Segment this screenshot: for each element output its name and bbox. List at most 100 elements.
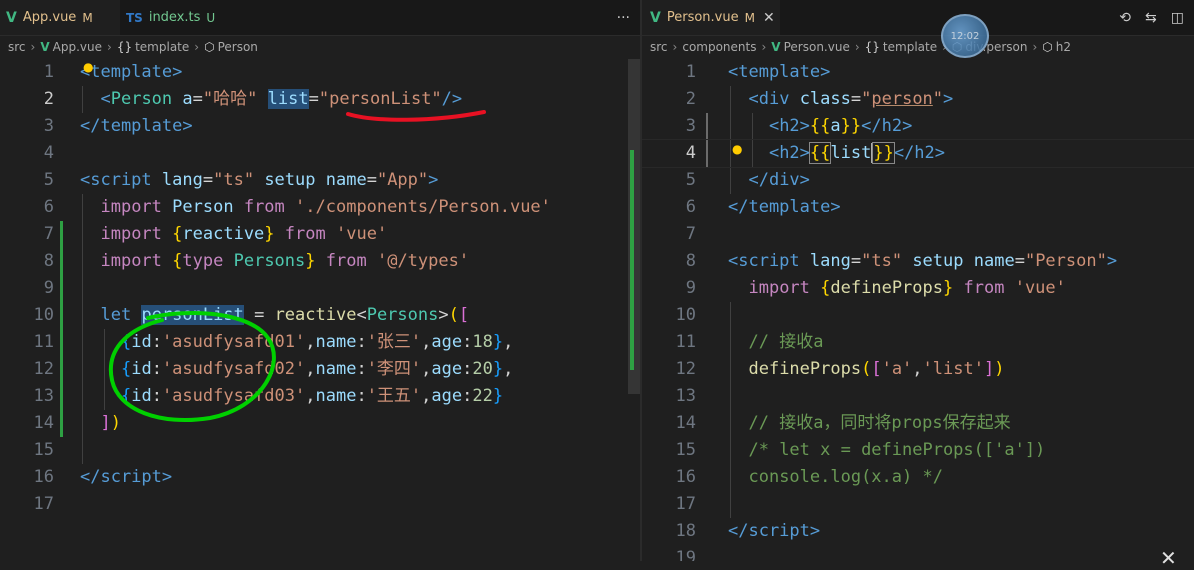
line-number: 10	[675, 305, 696, 325]
line-number: 3	[685, 116, 696, 136]
tab-label: Person.vue	[666, 10, 739, 25]
timeline-icon[interactable]: ⟲	[1119, 10, 1131, 26]
tab-label: App.vue	[22, 10, 77, 25]
breadcrumb: src › components › V Person.vue › {} tem…	[642, 36, 1194, 58]
chevron-right-icon: ›	[194, 40, 200, 54]
braces-icon: {}	[116, 40, 133, 54]
code-line: import Person from './components/Person.…	[100, 197, 551, 217]
line-number: 14	[33, 413, 54, 433]
more-actions-icon[interactable]: ···	[617, 10, 630, 26]
breadcrumb-item[interactable]: template	[135, 40, 189, 54]
breadcrumb-item[interactable]: src	[8, 40, 26, 54]
breadcrumb-item[interactable]: App.vue	[53, 40, 102, 54]
webcam-overlay-avatar: 12:02	[941, 14, 989, 58]
tab-person-vue[interactable]: V Person.vue M ✕	[642, 0, 780, 35]
line-number: 18	[675, 521, 696, 541]
breadcrumb-item[interactable]: components	[682, 40, 756, 54]
chevron-right-icon: ›	[107, 40, 112, 54]
code-line: <template>	[80, 62, 183, 82]
line-number: 16	[675, 467, 696, 487]
line-number: 11	[33, 332, 54, 352]
vue-file-icon: V	[650, 9, 661, 26]
line-number: 6	[43, 197, 54, 217]
lightbulb-icon[interactable]: ●	[83, 60, 93, 74]
code-line: import {type Persons} from '@/types'	[100, 251, 470, 271]
line-number: 15	[33, 440, 54, 460]
line-number: 9	[43, 278, 54, 298]
breadcrumb-item[interactable]: Person	[218, 40, 258, 54]
code-line: import {defineProps} from 'vue'	[748, 278, 1066, 298]
tab-app-vue[interactable]: V App.vue M	[0, 0, 120, 35]
line-number: 8	[685, 251, 696, 271]
chevron-right-icon: ›	[1032, 40, 1038, 54]
line-number: 7	[685, 224, 696, 244]
close-icon[interactable]: ✕	[763, 10, 775, 26]
code-line: <h2>{{a}}</h2>	[768, 116, 913, 136]
breadcrumb-item[interactable]: template	[883, 40, 937, 54]
breadcrumb-item[interactable]: src	[650, 40, 668, 54]
line-number: 13	[33, 386, 54, 406]
component-icon: ⬡	[204, 40, 215, 54]
code-line: </div>	[748, 170, 810, 190]
code-line: import {reactive} from 'vue'	[100, 224, 388, 244]
line-number: 8	[43, 251, 54, 271]
code-line: defineProps(['a','list'])	[748, 359, 1005, 379]
typescript-file-icon: TS	[126, 10, 143, 25]
breadcrumb-item[interactable]: Person.vue	[784, 40, 850, 54]
green-circle-annotation	[108, 310, 276, 423]
lightbulb-icon[interactable]: ●	[732, 142, 742, 156]
line-number: 15	[675, 440, 696, 460]
line-number: 6	[685, 197, 696, 217]
line-number: 2	[685, 89, 696, 109]
vue-file-icon: V	[6, 9, 17, 26]
line-number: 5	[43, 170, 54, 190]
close-icon[interactable]: ✕	[1160, 546, 1177, 570]
code-line: <script lang="ts" setup name="Person">	[728, 251, 1118, 271]
modified-overview-marker	[630, 150, 634, 370]
tab-index-ts[interactable]: TS index.ts U	[118, 0, 238, 35]
chevron-right-icon: ›	[854, 40, 860, 54]
code-line: // 接收a	[748, 332, 824, 352]
breadcrumb: src › V App.vue › {} template › ⬡ Person	[0, 36, 640, 58]
vue-file-icon: V	[40, 40, 50, 54]
code-editor[interactable]: 1 <template> 2 <Person a="哈哈" list="perso…	[0, 59, 640, 561]
code-line: </script>	[80, 467, 173, 487]
line-number: 4	[685, 143, 696, 163]
line-number: 2	[43, 89, 54, 109]
element-icon: ⬡	[1042, 40, 1053, 54]
line-number: 5	[685, 170, 696, 190]
code-line: </template>	[728, 197, 841, 217]
line-number: 16	[33, 467, 54, 487]
vue-file-icon: V	[771, 40, 781, 54]
line-number: 13	[675, 386, 696, 406]
line-number: 10	[33, 305, 54, 325]
untracked-badge: U	[206, 10, 216, 25]
compare-changes-icon[interactable]: ⇆	[1145, 10, 1157, 26]
line-number: 17	[33, 494, 54, 514]
line-number: 12	[675, 359, 696, 379]
code-line: /* let x = defineProps(['a'])	[748, 440, 1046, 460]
line-number: 14	[675, 413, 696, 433]
line-number: 17	[675, 494, 696, 514]
modified-badge: M	[82, 10, 93, 25]
split-editor-icon[interactable]: ◫	[1171, 10, 1184, 26]
breadcrumb-item[interactable]: h2	[1056, 40, 1071, 54]
line-number: 19	[675, 548, 696, 561]
right-tab-bar: V Person.vue M ✕ ⟲ ⇆ ◫	[642, 0, 1194, 36]
chevron-right-icon: ›	[761, 40, 767, 54]
code-editor[interactable]: 1 <template> 2 <div class="person"> 3 <h2…	[642, 59, 1194, 561]
line-number: 4	[43, 143, 54, 163]
red-underline-annotation	[346, 110, 486, 122]
line-number: 7	[43, 224, 54, 244]
code-line: <template>	[728, 62, 831, 82]
line-number: 11	[675, 332, 696, 352]
braces-icon: {}	[864, 40, 880, 54]
left-editor-pane: V App.vue M TS index.ts U ··· src › V Ap…	[0, 0, 640, 561]
code-line: <h2>{{list}}</h2>	[768, 142, 946, 164]
code-line: <script lang="ts" setup name="App">	[80, 170, 439, 190]
line-number: 1	[43, 62, 54, 82]
right-editor-actions: ⟲ ⇆ ◫	[1119, 0, 1184, 35]
code-line: </script>	[728, 521, 821, 541]
tab-label: index.ts	[148, 10, 201, 25]
left-editor-actions: ···	[617, 0, 630, 35]
